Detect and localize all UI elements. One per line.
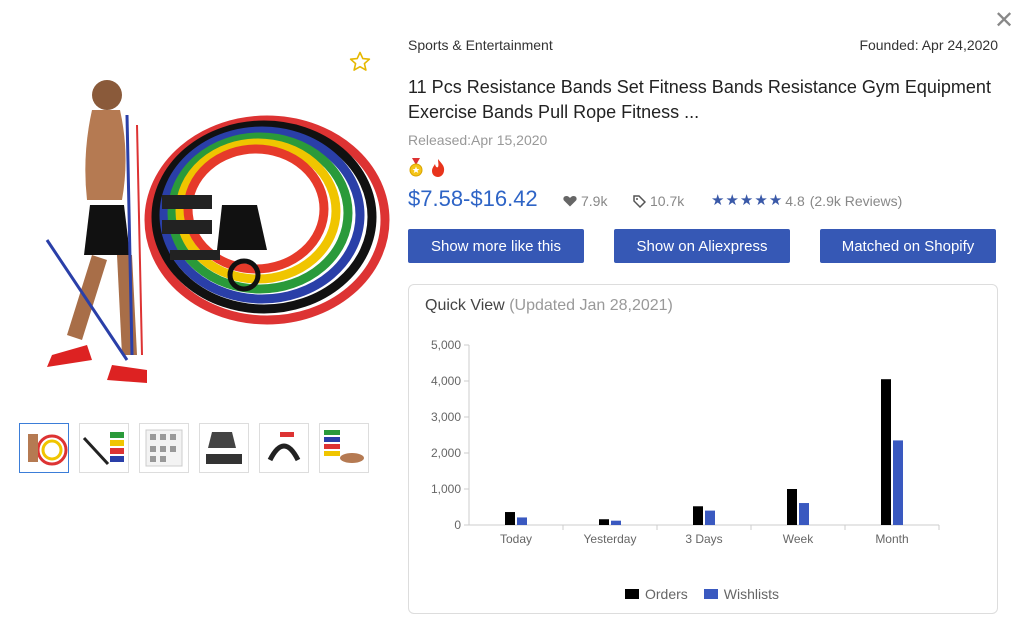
bar-wishlists-yesterday — [611, 520, 621, 525]
bar-wishlists-week — [799, 503, 809, 525]
heart-icon — [563, 195, 577, 207]
x-tick-label: Today — [500, 532, 532, 546]
star-icon: ★ — [754, 192, 768, 209]
product-title[interactable]: 11 Pcs Resistance Bands Set Fitness Band… — [408, 75, 1008, 125]
likes-count: 7.9k — [581, 193, 608, 209]
legend-orders-label: Orders — [645, 586, 688, 602]
bar-wishlists-3-days — [705, 510, 715, 525]
x-tick-label: 3 Days — [685, 532, 722, 546]
reviews-count[interactable]: (2.9k Reviews) — [810, 193, 903, 209]
x-tick-label: Yesterday — [584, 532, 637, 546]
favorite-star-icon[interactable] — [348, 50, 372, 74]
quick-view-updated: (Updated Jan 28,2021) — [509, 297, 673, 314]
bar-wishlists-month — [893, 440, 903, 525]
quick-view-title: Quick View (Updated Jan 28,2021) — [425, 297, 673, 315]
y-tick-label: 0 — [454, 518, 461, 532]
released-date: Released:Apr 15,2020 — [408, 132, 548, 148]
product-main-image — [12, 55, 392, 400]
category-label: Sports & Entertainment — [408, 37, 553, 53]
quick-view-label: Quick View — [425, 297, 505, 314]
bar-orders-3-days — [693, 506, 703, 525]
bar-orders-week — [787, 489, 797, 525]
likes-stat: 7.9k — [563, 193, 607, 209]
bar-orders-month — [881, 379, 891, 525]
thumbnail-2[interactable] — [79, 423, 129, 473]
matched-on-shopify-button[interactable]: Matched on Shopify — [820, 229, 996, 263]
founded-date: Founded: Apr 24,2020 — [859, 37, 998, 53]
y-tick-label: 2,000 — [431, 446, 461, 460]
close-icon[interactable]: ✕ — [993, 9, 1015, 33]
rating: ★ ★ ★ ★ ★ 4.8 (2.9k Reviews) — [711, 192, 903, 210]
y-tick-label: 1,000 — [431, 482, 461, 496]
x-tick-label: Week — [783, 532, 814, 546]
star-icon: ★ — [711, 192, 725, 209]
badge-row — [408, 158, 446, 183]
x-tick-label: Month — [875, 532, 908, 546]
star-icon: ★ — [768, 192, 783, 209]
show-on-aliexpress-button[interactable]: Show on Aliexpress — [614, 229, 790, 263]
tags-count: 10.7k — [650, 193, 685, 209]
price-range: $7.58-$16.42 — [408, 186, 538, 211]
thumbnail-3[interactable] — [139, 423, 189, 473]
y-tick-label: 3,000 — [431, 410, 461, 424]
star-icon: ★ — [725, 192, 739, 209]
tags-stat: 10.7k — [633, 193, 684, 209]
star-icon: ★ — [739, 192, 754, 209]
legend-orders-swatch — [625, 589, 639, 599]
fire-icon — [430, 158, 446, 183]
thumbnail-1[interactable] — [19, 423, 69, 473]
y-tick-label: 5,000 — [431, 338, 461, 352]
thumbnail-strip — [19, 423, 369, 473]
thumbnail-5[interactable] — [259, 423, 309, 473]
orders-wishlists-chart: 0 1,000 2,000 3,000 4,000 5,000 Today Yesterday… — [431, 338, 940, 546]
bar-wishlists-today — [517, 517, 527, 525]
legend-wishlists-swatch — [703, 589, 718, 599]
tag-icon — [633, 194, 646, 208]
rating-value: 4.8 — [785, 193, 805, 209]
chart-legend: Orders Wishlists — [625, 586, 779, 602]
show-more-like-this-button[interactable]: Show more like this — [408, 229, 584, 263]
legend-wishlists-label: Wishlists — [723, 586, 780, 602]
medal-badge-icon — [408, 158, 424, 183]
thumbnail-6[interactable] — [319, 423, 369, 473]
quick-view-card: Quick View (Updated Jan 28,2021) 0 1,000 2… — [408, 284, 998, 614]
bar-orders-yesterday — [599, 519, 609, 525]
y-tick-label: 4,000 — [431, 374, 461, 388]
thumbnail-4[interactable] — [199, 423, 249, 473]
bar-orders-today — [505, 512, 515, 525]
